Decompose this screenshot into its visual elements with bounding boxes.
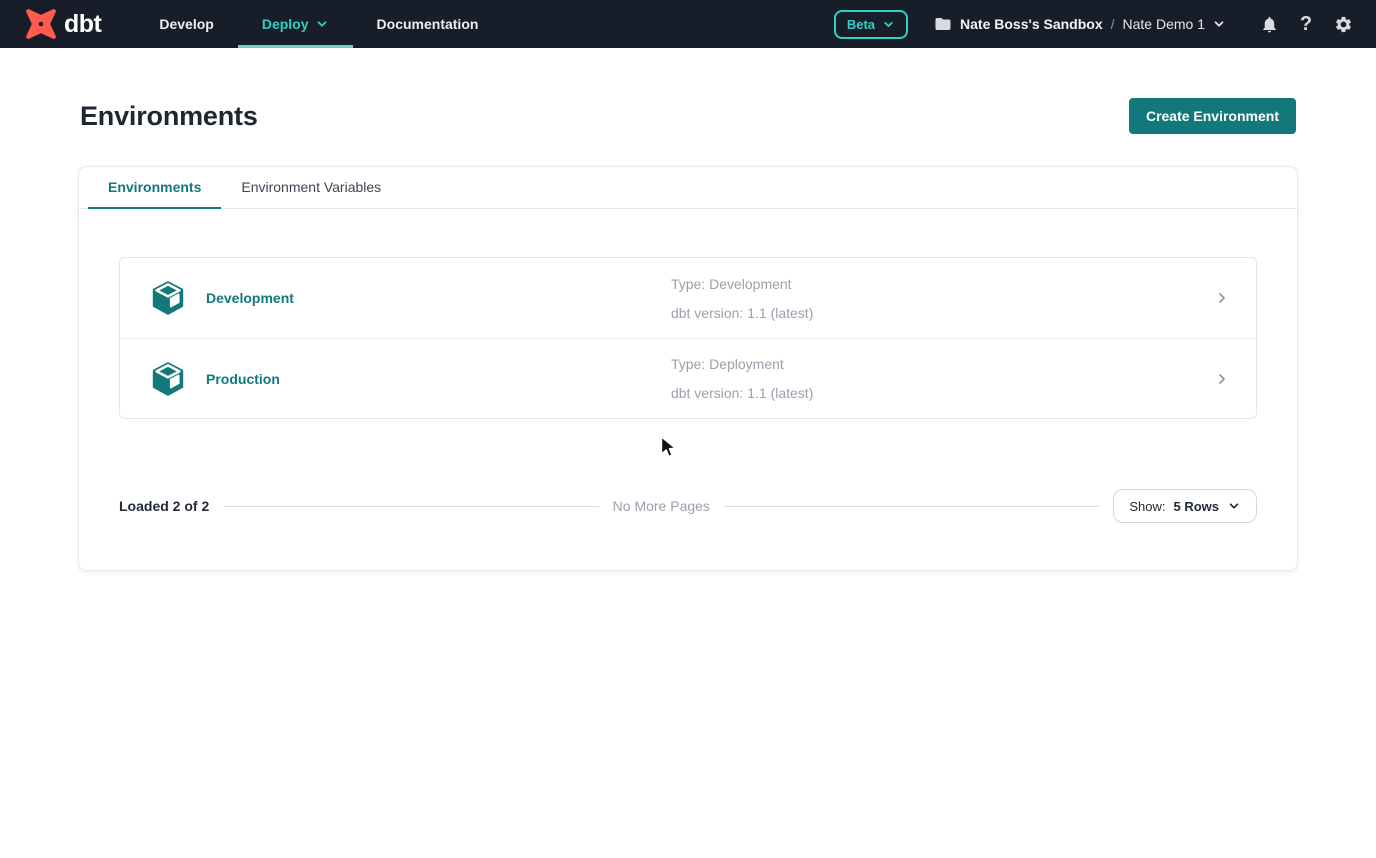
environment-meta: Type: Deployment dbt version: 1.1 (lates… [671,356,813,401]
environment-meta: Type: Development dbt version: 1.1 (late… [671,276,813,321]
beta-label: Beta [847,17,875,32]
divider-line [724,506,1099,507]
show-value: 5 Rows [1174,499,1220,514]
help-glyph: ? [1300,14,1312,34]
nav-item-develop[interactable]: Develop [135,0,237,48]
card-body: Development Type: Development dbt versio… [79,209,1297,570]
environment-name-link[interactable]: Development [206,290,294,306]
cube-icon [149,360,187,398]
no-more-pages-label: No More Pages [613,498,710,514]
chevron-right-icon [1214,290,1230,306]
beta-dropdown-button[interactable]: Beta [834,10,908,39]
folder-icon [934,15,952,33]
breadcrumb-separator: / [1111,16,1115,32]
dbt-logo[interactable]: dbt [24,0,101,48]
top-navigation: dbt Develop Deploy Documentation Beta Na… [0,0,1376,48]
primary-nav: Develop Deploy Documentation [135,0,502,48]
pagination-bar: Loaded 2 of 2 No More Pages Show: 5 Rows [119,489,1257,523]
environment-list: Development Type: Development dbt versio… [119,257,1257,419]
cube-icon [149,279,187,317]
help-icon[interactable]: ? [1293,11,1319,37]
tab-environments[interactable]: Environments [88,167,221,209]
tab-label: Environment Variables [241,179,381,195]
nav-item-label: Develop [159,16,213,32]
create-environment-button[interactable]: Create Environment [1129,98,1296,134]
card-tabs: Environments Environment Variables [79,167,1297,209]
loaded-count: Loaded 2 of 2 [119,498,209,514]
environments-card: Environments Environment Variables Devel… [78,166,1298,571]
environment-type: Type: Deployment [671,356,813,372]
environment-dbt-version: dbt version: 1.1 (latest) [671,385,813,401]
chevron-down-icon [1227,499,1241,513]
dbt-pinwheel-icon [24,7,58,41]
environment-row-production[interactable]: Production Type: Deployment dbt version:… [120,338,1256,418]
chevron-down-icon [882,18,895,31]
bell-icon[interactable] [1256,11,1282,37]
nav-item-deploy[interactable]: Deploy [238,0,353,48]
environment-dbt-version: dbt version: 1.1 (latest) [671,305,813,321]
rows-per-page-dropdown[interactable]: Show: 5 Rows [1113,489,1257,523]
breadcrumb-account[interactable]: Nate Boss's Sandbox [960,16,1103,32]
nav-right-section: Beta Nate Boss's Sandbox / Nate Demo 1 [834,0,1356,48]
environment-row-development[interactable]: Development Type: Development dbt versio… [120,258,1256,338]
environment-name-link[interactable]: Production [206,371,280,387]
environment-type: Type: Development [671,276,813,292]
breadcrumb-project: Nate Demo 1 [1123,16,1205,32]
divider-line [223,506,598,507]
breadcrumb: Nate Boss's Sandbox / Nate Demo 1 [934,15,1226,33]
gear-icon[interactable] [1330,11,1356,37]
nav-icon-group: ? [1256,11,1356,37]
nav-item-documentation[interactable]: Documentation [353,0,503,48]
nav-item-label: Deploy [262,16,309,32]
tab-label: Environments [108,179,201,195]
brand-text: dbt [64,10,101,39]
tab-environment-variables[interactable]: Environment Variables [221,167,401,209]
chevron-right-icon [1214,371,1230,387]
project-dropdown[interactable]: Nate Demo 1 [1123,16,1226,32]
nav-item-label: Documentation [377,16,479,32]
chevron-down-icon [315,17,329,31]
page-header: Environments Create Environment [0,98,1376,134]
chevron-down-icon [1212,17,1226,31]
show-label: Show: [1129,499,1165,514]
page-title: Environments [80,101,258,132]
